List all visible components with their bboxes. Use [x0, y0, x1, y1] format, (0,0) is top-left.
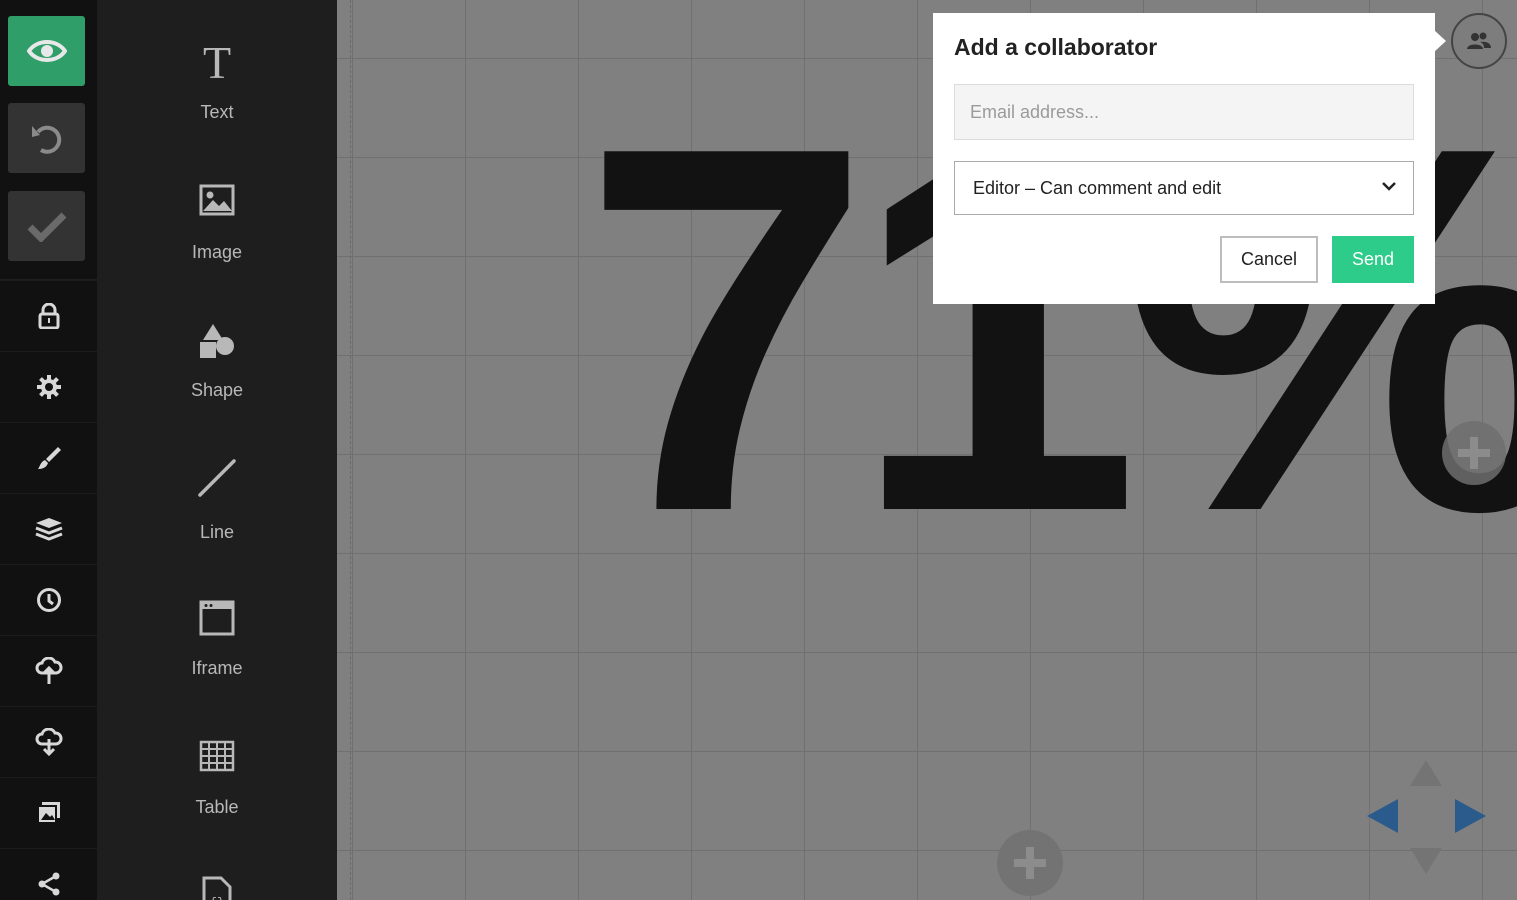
email-field[interactable]	[954, 84, 1414, 140]
layers-icon	[34, 517, 63, 541]
layers-button[interactable]	[0, 493, 97, 563]
dialog-title: Add a collaborator	[954, 34, 1158, 60]
undo-button[interactable]	[8, 103, 85, 173]
plus-icon	[1014, 847, 1046, 879]
table-icon	[97, 740, 337, 772]
plus-icon	[1458, 437, 1490, 469]
role-select[interactable]: Editor – Can comment and edit	[954, 161, 1414, 215]
tool-image[interactable]: Image	[97, 170, 337, 300]
lock-button[interactable]	[0, 280, 97, 350]
collaborators-button[interactable]	[1451, 13, 1507, 69]
undo-icon	[31, 125, 61, 154]
cloud-upload-icon	[35, 656, 62, 684]
add-slide-right-button[interactable]	[1442, 421, 1506, 485]
share-icon	[38, 872, 59, 895]
tool-line[interactable]: Line	[97, 450, 337, 580]
tool-label: Line	[199, 522, 235, 542]
line-icon	[97, 458, 337, 498]
gear-icon	[36, 374, 61, 399]
import-button[interactable]	[0, 635, 97, 705]
settings-button[interactable]	[0, 351, 97, 421]
nav-right-arrow[interactable]	[1455, 799, 1486, 833]
dialog-pointer	[1434, 30, 1446, 52]
svg-text:{}: {}	[210, 896, 224, 900]
tool-text[interactable]: T Text	[97, 30, 337, 160]
eye-icon	[26, 40, 67, 62]
tool-table[interactable]: Table	[97, 730, 337, 860]
shape-icon	[97, 322, 337, 360]
tool-label: Text	[200, 102, 234, 122]
preview-button[interactable]	[8, 16, 85, 86]
cancel-button[interactable]: Cancel	[1220, 236, 1318, 283]
history-button[interactable]	[0, 564, 97, 634]
cloud-download-icon	[35, 727, 62, 756]
tool-label: Shape	[190, 380, 244, 400]
add-slide-below-button[interactable]	[997, 830, 1063, 896]
lock-icon	[38, 302, 59, 329]
media-button[interactable]	[0, 777, 97, 847]
tool-panel: T Text Image Shape Line Iframe Table	[97, 0, 337, 900]
clock-icon	[36, 587, 61, 612]
code-file-icon: {}	[97, 876, 337, 900]
style-button[interactable]	[0, 422, 97, 492]
checkmark-icon	[27, 212, 66, 242]
left-rail	[0, 0, 97, 900]
nav-left-arrow[interactable]	[1367, 799, 1398, 833]
iframe-icon	[97, 600, 337, 636]
text-icon: T	[97, 40, 337, 84]
tool-iframe[interactable]: Iframe	[97, 590, 337, 720]
export-button[interactable]	[0, 706, 97, 776]
tool-label: Table	[195, 797, 239, 817]
add-collaborator-dialog: Add a collaborator Editor – Can comment …	[933, 13, 1435, 304]
role-select-value: Editor – Can comment and edit	[973, 177, 1222, 198]
chevron-down-icon	[1382, 182, 1396, 191]
save-button[interactable]	[8, 191, 85, 261]
tool-label: Iframe	[191, 658, 243, 678]
tool-label: Image	[191, 242, 243, 262]
brush-icon	[37, 446, 61, 469]
svg-text:T: T	[203, 40, 231, 84]
canvas-boundary	[350, 0, 351, 900]
images-icon	[36, 801, 60, 824]
send-button[interactable]: Send	[1332, 236, 1414, 283]
nav-down-arrow[interactable]	[1410, 848, 1442, 874]
image-icon	[97, 184, 337, 216]
nav-up-arrow[interactable]	[1410, 760, 1442, 786]
tool-code[interactable]: {}	[97, 870, 337, 900]
share-button[interactable]	[0, 848, 97, 900]
tool-shape[interactable]: Shape	[97, 310, 337, 440]
users-icon	[1467, 32, 1491, 49]
